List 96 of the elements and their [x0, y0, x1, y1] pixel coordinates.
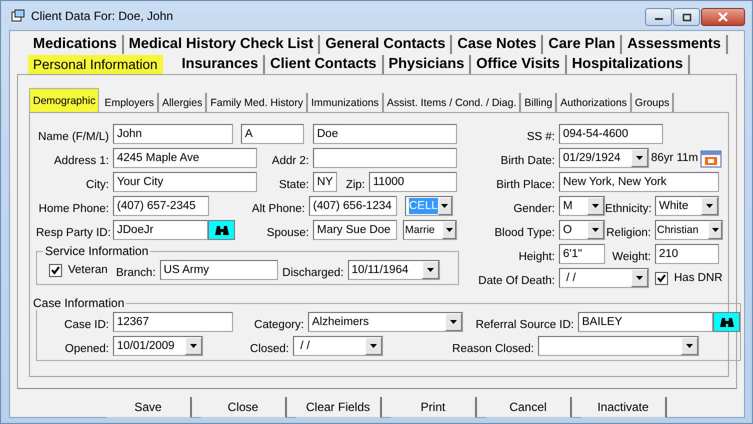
religion-dropdown[interactable]: Christian — [655, 220, 723, 240]
death-date-picker[interactable]: / / — [559, 268, 649, 288]
field-label: Blood Type: — [493, 226, 556, 239]
address-field[interactable]: 4245 Maple Ave — [113, 148, 257, 168]
last-name-field[interactable]: Doe — [313, 124, 457, 144]
tab[interactable]: Physicians — [384, 54, 472, 74]
field-label: Height: — [518, 250, 556, 263]
close-icon — [717, 12, 729, 22]
category-dropdown[interactable]: Alzheimers — [308, 312, 463, 332]
checkbox[interactable] — [655, 272, 668, 284]
app-icon — [11, 8, 25, 22]
tab[interactable]: Hospitalizations — [566, 54, 690, 74]
tab[interactable]: Insurances — [176, 54, 266, 74]
opened-date-picker[interactable]: 10/01/2009 — [113, 336, 203, 356]
action-button[interactable]: Inactivate — [581, 397, 667, 418]
field-label: Name (F/M/L) — [37, 130, 110, 143]
closed-date-picker[interactable]: / / — [293, 336, 383, 356]
field-label: Reason Closed: — [451, 342, 535, 355]
case-id-field[interactable]: 12367 — [113, 312, 233, 332]
field-label: Spouse: — [266, 226, 310, 239]
gender-dropdown[interactable]: M — [559, 196, 605, 216]
tab[interactable]: Personal Information — [28, 54, 163, 74]
field-label: State: — [278, 178, 310, 191]
city-field[interactable]: Your City — [113, 172, 257, 192]
binoculars-button[interactable] — [208, 220, 235, 240]
calendar-icon[interactable] — [700, 148, 722, 168]
maximize-icon — [682, 12, 692, 22]
minimize-button[interactable] — [645, 8, 672, 26]
field-label: Closed: — [249, 342, 290, 355]
field-label: Zip: — [344, 178, 366, 191]
field-label: Ethnicity: — [605, 202, 653, 215]
binoculars-icon — [718, 316, 734, 328]
binoculars-button[interactable] — [713, 312, 740, 332]
phone-type-value: CELL — [409, 198, 438, 214]
field-label: Weight: — [611, 250, 652, 263]
birth-place-field[interactable]: New York, New York — [559, 172, 719, 192]
spouse-field[interactable]: Mary Sue Doe — [313, 220, 397, 240]
field-label: Address 1: — [53, 154, 110, 167]
field-label: SS #: — [526, 130, 556, 143]
checkbox[interactable] — [49, 264, 62, 276]
field-label: Birth Place: — [495, 178, 556, 191]
blood-type-dropdown[interactable]: O — [559, 220, 605, 240]
binoculars-icon — [214, 224, 230, 236]
birth-date-picker[interactable]: 01/29/1924 — [559, 148, 649, 168]
address-field[interactable] — [313, 148, 457, 168]
tab[interactable]: Demographic — [29, 88, 100, 112]
resp-party-field[interactable]: JDoeJr — [113, 220, 208, 240]
window-title: Client Data For: Doe, John — [31, 8, 174, 22]
tab[interactable]: Case Notes — [452, 34, 544, 54]
field-label: Gender: — [512, 202, 556, 215]
maximize-button[interactable] — [673, 8, 700, 26]
field-label: Branch: — [115, 266, 157, 279]
phone-field[interactable]: (407) 656-1234 — [309, 196, 397, 216]
field-label: Religion: — [605, 226, 652, 239]
field-label: Alt Phone: — [250, 202, 306, 215]
field-label: Opened: — [64, 342, 110, 355]
checkbox-label: Veteran — [68, 264, 108, 276]
tab[interactable]: General Contacts — [320, 34, 452, 54]
age-text: 86yr 11m — [651, 152, 698, 164]
field-label: Date Of Death: — [477, 274, 556, 287]
tab[interactable]: Client Contacts — [265, 54, 384, 74]
action-button[interactable]: Clear Fields — [296, 397, 382, 418]
middle-name-field[interactable]: A — [241, 124, 304, 144]
action-button[interactable]: Cancel — [486, 397, 572, 418]
field-label: Discharged: — [281, 266, 345, 279]
checkbox-label: Has DNR — [674, 272, 723, 284]
field-label: Referral Source ID: — [474, 318, 575, 331]
field-label: Category: — [253, 318, 305, 331]
action-button[interactable]: Save — [106, 397, 192, 418]
branch-field[interactable]: US Army — [160, 260, 278, 280]
first-name-field[interactable]: John — [113, 124, 233, 144]
state-field[interactable]: NY — [313, 172, 337, 192]
referral-source-field[interactable]: BAILEY — [578, 312, 713, 332]
discharged-date-picker[interactable]: 10/11/1964 — [348, 260, 440, 280]
tab[interactable]: Office Visits — [471, 54, 567, 74]
field-label: Case ID: — [63, 318, 110, 331]
close-button[interactable] — [701, 8, 745, 26]
phone-field[interactable]: (407) 657-2345 — [113, 196, 209, 216]
reason-closed-dropdown[interactable] — [538, 336, 699, 356]
action-button[interactable]: Print — [391, 397, 477, 418]
field-label: City: — [85, 178, 110, 191]
field-label: Resp Party ID: — [36, 226, 112, 239]
tab[interactable]: Care Plan — [543, 34, 622, 54]
field-label: Birth Date: — [500, 154, 556, 167]
marital-status-dropdown[interactable]: Marrie — [403, 220, 457, 240]
height-field[interactable]: 6'1" — [559, 244, 605, 264]
action-button[interactable]: Close — [201, 397, 287, 418]
field-label: Home Phone: — [38, 202, 110, 215]
group-title: Case Information — [32, 296, 126, 310]
ssn-field[interactable]: 094-54-4600 — [559, 124, 663, 144]
group-title: Service Information — [44, 244, 150, 258]
zip-field[interactable]: 11000 — [369, 172, 457, 192]
ethnicity-dropdown[interactable]: White — [655, 196, 719, 216]
tab[interactable]: Assessments — [622, 34, 728, 54]
field-label: Addr 2: — [270, 154, 310, 167]
weight-field[interactable]: 210 — [655, 244, 719, 264]
